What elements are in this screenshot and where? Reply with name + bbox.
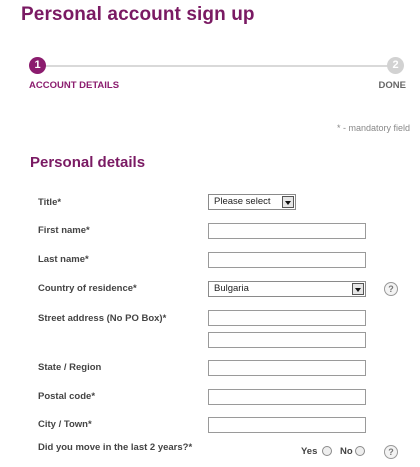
first-name-label: First name* bbox=[38, 225, 90, 236]
help-icon[interactable]: ? bbox=[384, 445, 398, 459]
chevron-down-icon[interactable] bbox=[282, 196, 294, 208]
last-name-input[interactable] bbox=[208, 252, 366, 268]
mandatory-note: * - mandatory field bbox=[336, 123, 410, 133]
state-input[interactable] bbox=[208, 360, 366, 376]
progress-line bbox=[38, 65, 392, 67]
no-radio[interactable] bbox=[355, 446, 365, 456]
postal-label: Postal code* bbox=[38, 391, 96, 402]
street-label: Street address (No PO Box)* bbox=[38, 313, 167, 324]
step-2-indicator: 2 bbox=[387, 57, 404, 74]
section-title: Personal details bbox=[30, 154, 146, 171]
first-name-input[interactable] bbox=[208, 223, 366, 239]
step-2-label: DONE bbox=[378, 80, 406, 91]
moved-label: Did you move in the last 2 years?* bbox=[38, 442, 193, 453]
step-1-indicator: 1 bbox=[29, 57, 46, 74]
page-title: Personal account sign up bbox=[21, 4, 255, 25]
city-input[interactable] bbox=[208, 417, 366, 433]
country-select-value: Bulgaria bbox=[214, 283, 249, 294]
no-label: No bbox=[340, 446, 353, 457]
street-input-line-1[interactable] bbox=[208, 310, 366, 326]
last-name-label: Last name* bbox=[38, 254, 89, 265]
help-icon[interactable]: ? bbox=[384, 282, 398, 296]
street-input-line-2[interactable] bbox=[208, 332, 366, 348]
postal-input[interactable] bbox=[208, 389, 366, 405]
chevron-down-icon[interactable] bbox=[352, 283, 364, 295]
city-label: City / Town* bbox=[38, 419, 92, 430]
title-label: Title* bbox=[38, 197, 62, 208]
title-select-value: Please select bbox=[214, 196, 271, 207]
state-label: State / Region bbox=[38, 362, 102, 373]
yes-label: Yes bbox=[301, 446, 318, 457]
step-1-label: ACCOUNT DETAILS bbox=[29, 80, 120, 91]
yes-radio[interactable] bbox=[322, 446, 332, 456]
country-label: Country of residence* bbox=[38, 283, 137, 294]
country-select[interactable]: Bulgaria bbox=[208, 281, 366, 297]
title-select[interactable]: Please select bbox=[208, 194, 296, 210]
